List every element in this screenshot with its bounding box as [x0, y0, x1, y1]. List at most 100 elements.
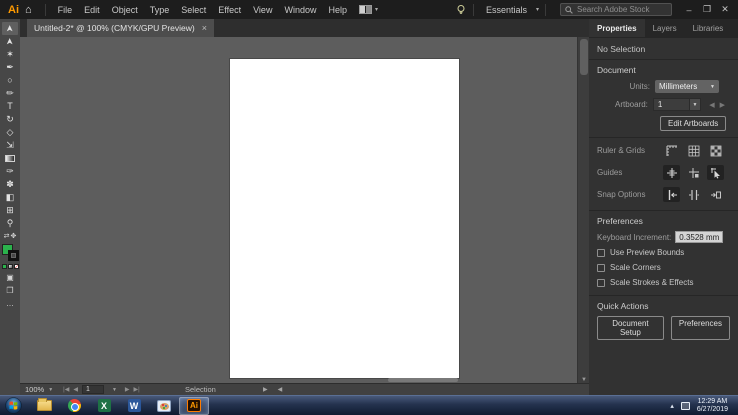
status-flyout-left-icon[interactable]: ◀ [278, 386, 283, 393]
gradient-tool[interactable] [2, 152, 18, 165]
taskbar-paint-button[interactable] [149, 397, 179, 415]
next-artboard-button[interactable]: ▶ [125, 386, 130, 393]
none-button[interactable] [13, 264, 19, 269]
preferences-button[interactable]: Preferences [670, 316, 730, 340]
minimize-button[interactable]: – [680, 5, 698, 15]
horizontal-scrollbar-thumb[interactable] [388, 378, 458, 382]
menu-select[interactable]: Select [175, 5, 212, 15]
stroke-color-swatch[interactable] [7, 250, 19, 261]
rotate-tool[interactable]: ↻ [2, 113, 18, 126]
rotate-view-tool[interactable]: ⇄ [4, 232, 10, 240]
taskbar-excel-button[interactable]: X [89, 397, 119, 415]
drawing-modes-button[interactable]: ▣ [6, 273, 14, 282]
menu-type[interactable]: Type [144, 5, 176, 15]
fill-stroke-control[interactable] [1, 244, 19, 261]
document-setup-button[interactable]: Document Setup [597, 316, 664, 340]
canvas-area[interactable] [20, 37, 577, 383]
show-guides-button[interactable] [663, 165, 680, 180]
snap-to-pixel-button[interactable] [707, 187, 724, 202]
scale-strokes-effects-checkbox[interactable] [597, 278, 605, 287]
tab-layers[interactable]: Layers [645, 19, 685, 37]
artboard-tool[interactable]: ⊞ [2, 204, 18, 217]
taskbar-chrome-button[interactable] [59, 397, 89, 415]
taskbar-explorer-button[interactable] [29, 397, 59, 415]
vertical-scrollbar-thumb[interactable] [580, 39, 588, 75]
gradient-button[interactable] [7, 264, 13, 269]
adobe-stock-search[interactable] [560, 3, 672, 16]
vertical-scrollbar[interactable]: ▼ [577, 37, 589, 383]
show-transparency-grid-button[interactable] [707, 143, 724, 158]
taskbar-word-button[interactable]: W [119, 397, 149, 415]
taskbar-illustrator-button[interactable]: Ai [179, 396, 209, 415]
artboard[interactable] [230, 59, 459, 378]
artboard-number-field[interactable]: 1 [81, 385, 104, 394]
use-preview-bounds-checkbox[interactable] [597, 248, 605, 257]
screen-mode-button[interactable]: ❐ [6, 286, 13, 295]
document-tab[interactable]: Untitled-2* @ 100% (CMYK/GPU Preview) × [27, 19, 214, 37]
start-button[interactable] [5, 397, 22, 414]
tab-properties[interactable]: Properties [589, 19, 645, 37]
zoom-tool[interactable]: ⚲ [2, 217, 18, 230]
arrange-documents-icon[interactable] [358, 5, 372, 14]
menu-edit[interactable]: Edit [78, 5, 106, 15]
last-artboard-button[interactable]: ▶| [134, 386, 140, 393]
first-artboard-button[interactable]: |◀ [63, 386, 69, 393]
chevron-down-icon[interactable]: ▾ [375, 6, 378, 13]
zoom-dropdown-icon[interactable]: ▼ [48, 387, 53, 393]
menu-object[interactable]: Object [106, 5, 144, 15]
previous-artboard-button[interactable]: ◀ [73, 386, 78, 393]
keyboard-increment-input[interactable]: 0.3528 mm [675, 231, 724, 243]
chrome-icon [67, 399, 81, 412]
artboard-select-field[interactable]: 1 [652, 98, 690, 111]
status-flyout-right-icon[interactable]: ▶ [263, 386, 268, 393]
menu-effect[interactable]: Effect [212, 5, 247, 15]
menu-help[interactable]: Help [322, 5, 353, 15]
pencil-tool[interactable]: ✏ [2, 87, 18, 100]
ellipse-tool[interactable]: ○ [2, 74, 18, 87]
menu-view[interactable]: View [247, 5, 278, 15]
symbol-sprayer-tool[interactable]: ✽ [2, 178, 18, 191]
excel-icon: X [97, 399, 111, 412]
scale-tool[interactable]: ⇲ [2, 139, 18, 152]
tab-close-icon[interactable]: × [202, 23, 207, 33]
eraser-tool[interactable]: ◇ [2, 126, 18, 139]
snap-to-point-button[interactable] [663, 187, 680, 202]
scale-corners-checkbox[interactable] [597, 263, 605, 272]
tray-expand-icon[interactable]: ▴ [670, 402, 674, 410]
edit-toolbar-button[interactable]: … [6, 299, 14, 308]
restore-button[interactable]: ❐ [698, 4, 716, 15]
smart-guides-button[interactable] [707, 165, 724, 180]
close-button[interactable]: ✕ [716, 4, 734, 15]
workspace-switcher[interactable]: Essentials [480, 5, 533, 15]
magic-wand-tool[interactable]: ✶ [2, 48, 18, 61]
tray-status-icon[interactable] [680, 401, 690, 410]
units-dropdown[interactable]: Millimeters ▼ [655, 80, 719, 93]
tab-libraries[interactable]: Libraries [685, 19, 732, 37]
selection-tool[interactable]: ➤ [2, 22, 18, 35]
guides-icon [666, 167, 677, 178]
menu-window[interactable]: Window [278, 5, 322, 15]
eyedropper-tool[interactable]: ✑ [2, 165, 18, 178]
taskbar-clock[interactable]: 12:29 AM 6/27/2019 [697, 398, 732, 414]
artboard-prev-next-icons[interactable]: ◀▶ [709, 101, 730, 109]
type-tool[interactable]: T [2, 100, 18, 113]
menu-file[interactable]: File [52, 5, 79, 15]
lightbulb-ideas-icon[interactable] [455, 4, 467, 16]
show-grid-button[interactable] [685, 143, 702, 158]
hand-tool[interactable]: ✥ [11, 232, 17, 240]
folder-icon [36, 398, 52, 411]
artboard-dropdown-icon[interactable]: ▼ [112, 387, 117, 393]
search-input[interactable] [577, 5, 667, 14]
show-rulers-button[interactable] [663, 143, 680, 158]
shape-builder-tool[interactable]: ◧ [2, 191, 18, 204]
chevron-down-icon[interactable]: ▾ [536, 6, 539, 13]
home-icon[interactable]: ⌂ [25, 4, 32, 16]
direct-selection-tool[interactable]: ➤ [2, 35, 18, 48]
color-button[interactable] [1, 264, 7, 269]
edit-artboards-button[interactable]: Edit Artboards [660, 116, 727, 131]
zoom-level[interactable]: 100% [25, 385, 44, 394]
artboard-select-chevron-icon[interactable]: ▼ [689, 98, 702, 111]
lock-guides-button[interactable] [685, 165, 702, 180]
curvature-tool[interactable]: ✒ [2, 61, 18, 74]
snap-to-grid-button[interactable] [685, 187, 702, 202]
